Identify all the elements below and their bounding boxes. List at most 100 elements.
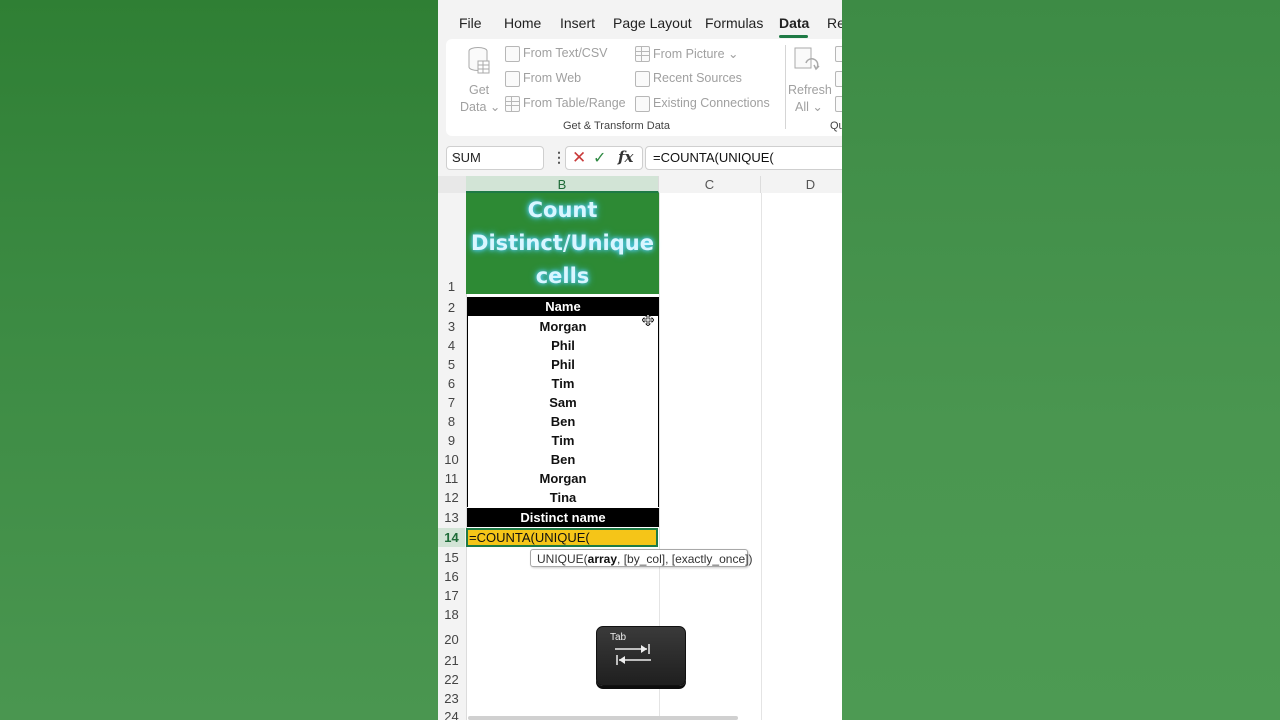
row-header[interactable]: 20 xyxy=(438,632,465,647)
cancel-icon[interactable]: ✕ xyxy=(572,148,586,168)
get-data-label-1: Get xyxy=(469,83,490,97)
row-header[interactable]: 7 xyxy=(438,395,465,410)
refresh-icon xyxy=(794,47,820,71)
from-web-button[interactable]: From Web xyxy=(505,71,625,87)
active-cell-b14[interactable]: =COUNTA(UNIQUE( xyxy=(466,528,658,547)
row-header[interactable]: 16 xyxy=(438,569,465,584)
name-cell[interactable]: Tim xyxy=(467,431,659,450)
column-header-c[interactable]: C xyxy=(659,176,761,193)
row-header[interactable]: 24 xyxy=(438,709,465,720)
picture-icon xyxy=(635,46,650,62)
refresh-label-1: Refresh xyxy=(788,83,832,97)
name-cell[interactable]: Phil xyxy=(467,336,659,355)
insert-function-icon[interactable]: fx xyxy=(618,148,633,166)
text-file-icon xyxy=(505,46,520,62)
refresh-all-button[interactable]: Refresh All ⌄ xyxy=(788,43,836,115)
from-table-range-label: From Table/Range xyxy=(523,96,626,110)
tab-home[interactable]: Home xyxy=(504,15,541,31)
tab-key-label: Tab xyxy=(610,632,627,643)
connections-icon xyxy=(635,96,650,112)
title-line: cells xyxy=(535,264,590,288)
name-cell[interactable]: Morgan xyxy=(467,317,659,336)
title-cell[interactable]: Count Distinct/Unique cells xyxy=(466,193,659,294)
from-picture-button[interactable]: From Picture ⌄ xyxy=(635,46,755,62)
background-left xyxy=(0,0,438,720)
row-header[interactable]: 13 xyxy=(438,510,465,525)
row-header[interactable]: 22 xyxy=(438,672,465,687)
row-header[interactable]: 12 xyxy=(438,490,465,505)
row-header[interactable]: 9 xyxy=(438,433,465,448)
background-right xyxy=(842,0,1280,720)
name-cell[interactable]: Tina xyxy=(467,488,659,507)
row-header[interactable]: 5 xyxy=(438,357,465,372)
row-header[interactable]: 21 xyxy=(438,653,465,668)
more-options-icon[interactable]: ⋮ xyxy=(552,149,566,166)
get-data-button[interactable]: Get Data ⌄ xyxy=(454,43,500,115)
row-header[interactable]: 4 xyxy=(438,338,465,353)
name-cell[interactable]: Phil xyxy=(467,355,659,374)
row-header[interactable]: 10 xyxy=(438,452,465,467)
group-label-get-transform: Get & Transform Data xyxy=(563,120,670,132)
excel-window: File Home Insert Page Layout Formulas Da… xyxy=(438,0,842,720)
name-cell[interactable]: Ben xyxy=(467,450,659,469)
from-table-range-button[interactable]: From Table/Range xyxy=(505,96,626,112)
edit-links-icon[interactable] xyxy=(835,96,842,112)
distinct-name-header-cell[interactable]: Distinct name xyxy=(467,508,659,527)
tab-insert[interactable]: Insert xyxy=(560,15,595,31)
row-header[interactable]: 17 xyxy=(438,588,465,603)
existing-connections-button[interactable]: Existing Connections xyxy=(635,96,775,112)
tab-data[interactable]: Data xyxy=(779,15,809,31)
recent-sources-button[interactable]: Recent Sources xyxy=(635,71,755,87)
tab-formulas[interactable]: Formulas xyxy=(705,15,763,31)
row-header[interactable]: 23 xyxy=(438,691,465,706)
ribbon-separator xyxy=(785,45,786,129)
column-header-b[interactable]: B xyxy=(466,176,659,193)
table-icon xyxy=(505,96,520,112)
gridline-d xyxy=(761,193,762,720)
row-header[interactable]: 11 xyxy=(438,471,465,486)
tooltip-arg-array: array xyxy=(587,552,618,566)
select-all-corner[interactable] xyxy=(438,176,466,193)
recent-sources-label: Recent Sources xyxy=(653,71,742,85)
column-header-d[interactable]: D xyxy=(761,176,842,193)
tab-file[interactable]: File xyxy=(459,15,482,31)
row-header-active[interactable]: 14 xyxy=(438,528,465,547)
ribbon-panel: Get Data ⌄ From Text/CSV From Web From T… xyxy=(446,39,842,136)
row-header[interactable]: 8 xyxy=(438,414,465,429)
name-cell[interactable]: Sam xyxy=(467,393,659,412)
from-picture-label: From Picture ⌄ xyxy=(653,47,739,61)
name-box[interactable]: SUM ⌵ xyxy=(446,146,544,170)
name-cell[interactable]: Ben xyxy=(467,412,659,431)
group-label-queries: Qu xyxy=(830,120,842,132)
row-header[interactable]: 18 xyxy=(438,607,465,622)
name-cell[interactable]: Tim xyxy=(467,374,659,393)
move-cursor-icon xyxy=(642,314,654,326)
tooltip-args-rest: , [by_col], [exactly_once]) xyxy=(617,552,753,566)
row-header[interactable]: 2 xyxy=(438,300,465,315)
formula-buttons: ✕ ✓ fx xyxy=(565,146,643,170)
properties-icon[interactable] xyxy=(835,71,842,87)
tab-page-layout[interactable]: Page Layout xyxy=(613,15,692,31)
active-tab-indicator xyxy=(779,35,808,38)
function-tooltip[interactable]: UNIQUE(array, [by_col], [exactly_once]) xyxy=(530,549,752,567)
chevron-down-icon: ⌵ xyxy=(452,150,461,162)
formula-input[interactable]: =COUNTA(UNIQUE( xyxy=(645,146,842,170)
row-headers: 1 2 3 4 5 6 7 8 9 10 11 12 13 14 15 16 1… xyxy=(438,193,467,720)
from-web-label: From Web xyxy=(523,71,582,85)
formula-bar: SUM ⌵ ⋮ ✕ ✓ fx =COUNTA(UNIQUE( xyxy=(438,144,842,170)
horizontal-scrollbar[interactable] xyxy=(468,716,738,720)
title-line: Count xyxy=(527,198,598,222)
row-header[interactable]: 3 xyxy=(438,319,465,334)
check-icon[interactable]: ✓ xyxy=(593,148,606,168)
ribbon-tabs: File Home Insert Page Layout Formulas Da… xyxy=(438,0,842,40)
tooltip-function: UNIQUE( xyxy=(537,552,588,566)
row-header[interactable]: 15 xyxy=(438,550,465,565)
name-header-cell[interactable]: Name xyxy=(467,297,659,316)
row-header[interactable]: 6 xyxy=(438,376,465,391)
queries-icon[interactable] xyxy=(835,46,842,62)
tab-review[interactable]: Re xyxy=(827,15,842,31)
formula-text: =COUNTA(UNIQUE( xyxy=(653,150,774,165)
from-text-csv-button[interactable]: From Text/CSV xyxy=(505,46,625,62)
name-cell[interactable]: Morgan xyxy=(467,469,659,488)
row-header[interactable]: 1 xyxy=(438,279,465,294)
